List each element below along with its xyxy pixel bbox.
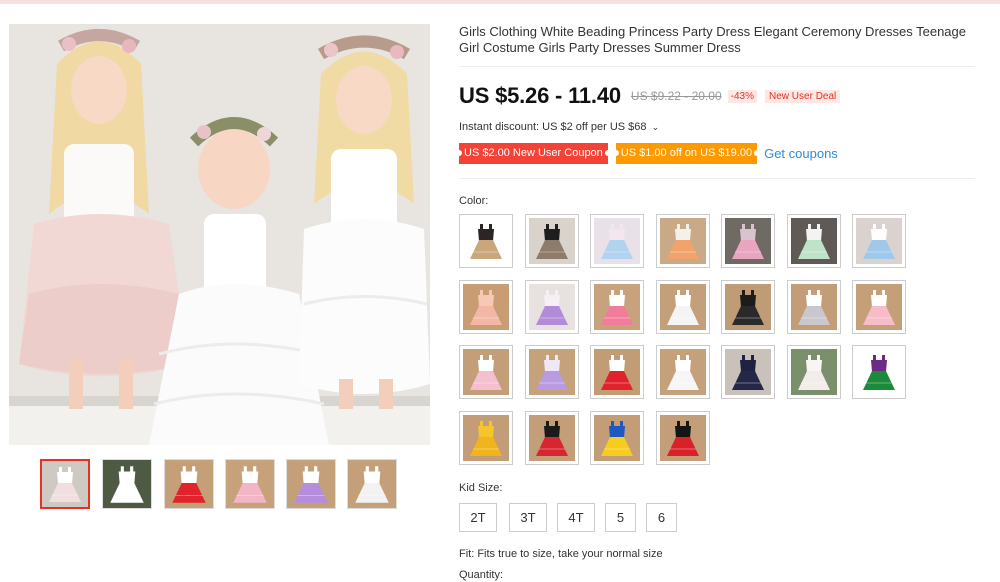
color-swatch-black-floral-dress[interactable] <box>721 280 775 334</box>
price-current: US $5.26 - 11.40 <box>459 83 621 108</box>
store-coupon[interactable]: US $1.00 off on US $19.00 <box>612 143 761 164</box>
color-swatch-rainbow-tutu-dress[interactable] <box>590 280 644 334</box>
product-title: Girls Clothing White Beading Princess Pa… <box>459 24 966 55</box>
color-swatch-minnie-red-dress[interactable] <box>656 411 710 465</box>
size-option-3t[interactable]: 3T <box>509 503 547 532</box>
color-swatch-peach-flower-dress[interactable] <box>459 280 513 334</box>
color-swatch-unicorn-rainbow-tutu[interactable] <box>787 214 841 268</box>
color-swatch-white-layered-tutu[interactable] <box>656 345 710 399</box>
color-label: Color: <box>459 195 489 207</box>
coupon-row: US $2.00 New User Coupon US $1.00 off on… <box>456 143 838 164</box>
price-row: US $5.26 - 11.40 US $9.22 - 20.00 -43% N… <box>459 82 841 110</box>
size-option-6[interactable]: 6 <box>646 503 677 532</box>
thumb-red-tutu[interactable] <box>164 459 214 509</box>
color-swatch-red-white-tutu[interactable] <box>590 345 644 399</box>
color-swatch-lavender-tutu[interactable] <box>525 345 579 399</box>
color-swatch-rainbow-heart-dress[interactable] <box>590 214 644 268</box>
thumb-pink-tutu[interactable] <box>225 459 275 509</box>
chevron-down-icon[interactable]: ⌄ <box>652 122 660 132</box>
color-swatch-black-tan-tiered-dress[interactable] <box>459 214 513 268</box>
thumb-three-girls[interactable] <box>40 459 90 509</box>
color-swatch-grey-unicorn-tutu[interactable] <box>787 280 841 334</box>
thumb-purple-tutu[interactable] <box>286 459 336 509</box>
size-option-4t[interactable]: 4T <box>557 503 595 532</box>
color-swatch-pink-floral-tutu[interactable] <box>852 280 906 334</box>
discount-badge: -43% <box>727 89 758 103</box>
color-swatch-yellow-belle-dress[interactable] <box>459 411 513 465</box>
color-swatch-green-princess-dress[interactable] <box>852 345 906 399</box>
thumb-white-tutu[interactable] <box>347 459 397 509</box>
new-user-coupon[interactable]: US $2.00 New User Coupon <box>456 143 611 164</box>
top-strip <box>0 0 1000 4</box>
color-swatch-unicorn-pastel-dress[interactable] <box>852 214 906 268</box>
instant-discount-text: Instant discount: US $2 off per US $68 <box>459 121 647 133</box>
get-coupons-link[interactable]: Get coupons <box>764 146 838 161</box>
color-swatch-pink-grey-tutu-dress[interactable] <box>721 214 775 268</box>
size-option-2t[interactable]: 2T <box>459 503 497 532</box>
color-swatch-pink-rose-tutu[interactable] <box>459 345 513 399</box>
instant-discount[interactable]: Instant discount: US $2 off per US $68 ⌄ <box>459 121 659 133</box>
size-label: Kid Size: <box>459 482 503 494</box>
divider <box>459 178 975 179</box>
thumb-garden[interactable] <box>102 459 152 509</box>
color-swatch-snow-white-dress[interactable] <box>590 411 644 465</box>
fit-note: Fit: Fits true to size, take your normal… <box>459 548 663 560</box>
main-product-image[interactable] <box>9 24 430 445</box>
color-swatch-navy-star-dress[interactable] <box>721 345 775 399</box>
price-original: US $9.22 - 20.00 <box>630 89 722 103</box>
color-swatch-black-leopard-dress[interactable] <box>525 214 579 268</box>
color-swatch-white-lace-tutu[interactable] <box>656 280 710 334</box>
quantity-label: Quantity: <box>459 569 504 581</box>
color-swatch-red-polka-dot-dress[interactable] <box>525 411 579 465</box>
color-swatch-purple-pink-tutu[interactable] <box>525 280 579 334</box>
size-option-5[interactable]: 5 <box>605 503 636 532</box>
color-swatch-grid <box>459 214 919 470</box>
new-user-deal-badge: New User Deal <box>765 89 841 103</box>
color-swatch-rainbow-striped-dress[interactable] <box>656 214 710 268</box>
divider <box>459 66 975 67</box>
color-swatch-white-cherry-dress[interactable] <box>787 345 841 399</box>
